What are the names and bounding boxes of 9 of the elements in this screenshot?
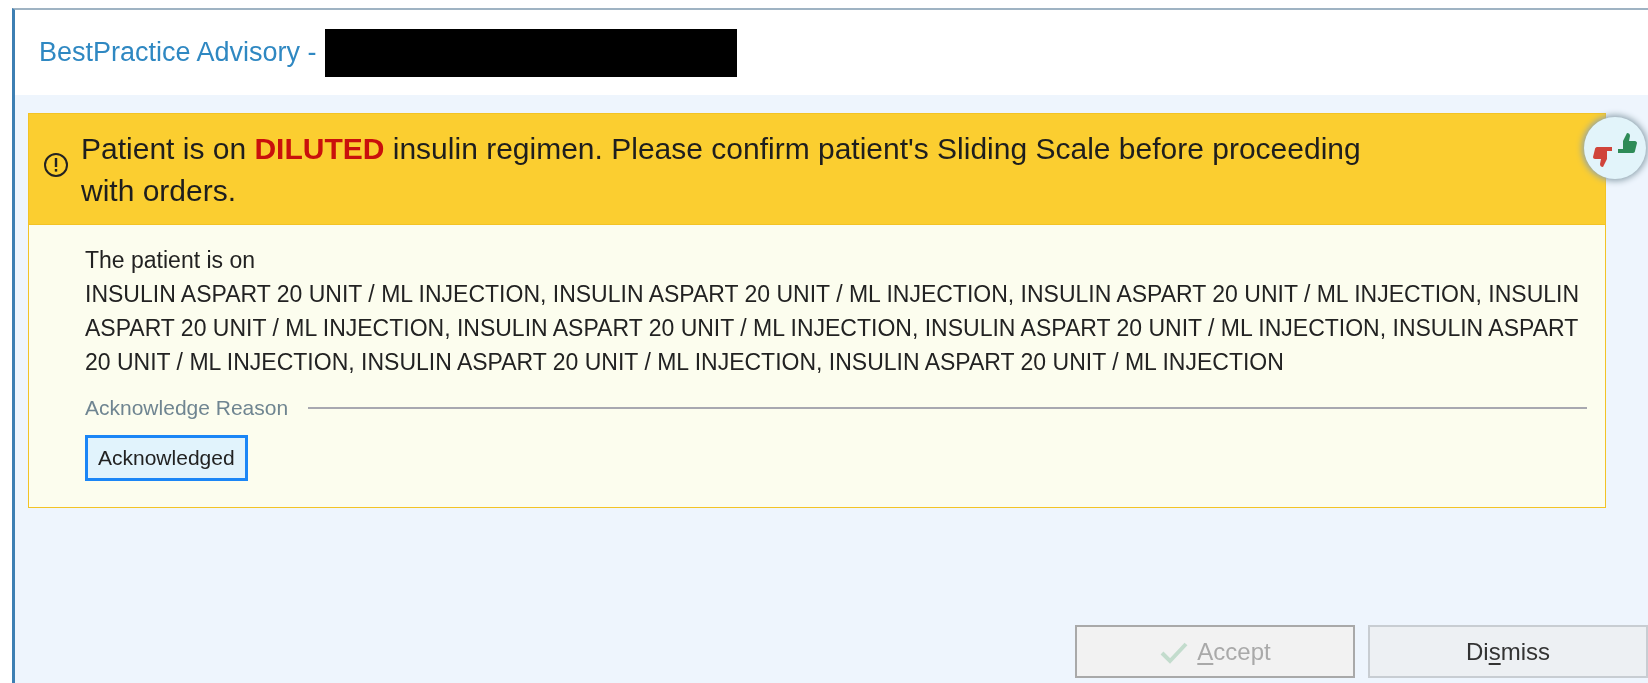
alert-intro: The patient is on (85, 246, 257, 275)
section-label: Acknowledge Reason (85, 395, 289, 421)
exclamation-icon (43, 152, 69, 178)
window-title: BestPractice Advisory - (39, 36, 317, 70)
medication-list: INSULIN ASPART 20 UNIT / ML INJECTION, INSULIN ASPART 20 UNIT / ML INJECTION, INSULIN ASPART 20 UNIT / ML INJECTION, INSULIN ASPART 20 UNIT / ML INJECTION, INSULIN ASPART 20 UNIT / ML INJECTION, INSULIN ASPART 20 UNIT / ML INJECTION, INSULIN ASPART 20 UNIT / ML INJECTION, INSULIN ASPART 20 UNIT / ML INJECTION, INSULIN ASPART 20 UNIT / ML INJECTION (85, 277, 1587, 379)
alert-message: Patient is on DILUTED insulin regimen. Please confirm patient's Sliding Scale before proceeding with orders. (81, 131, 1362, 209)
thumbs-feedback-icon[interactable] (1584, 117, 1646, 179)
dismiss-button[interactable]: Dismiss (1368, 625, 1648, 678)
reason-button[interactable]: Acknowledged (85, 435, 248, 481)
